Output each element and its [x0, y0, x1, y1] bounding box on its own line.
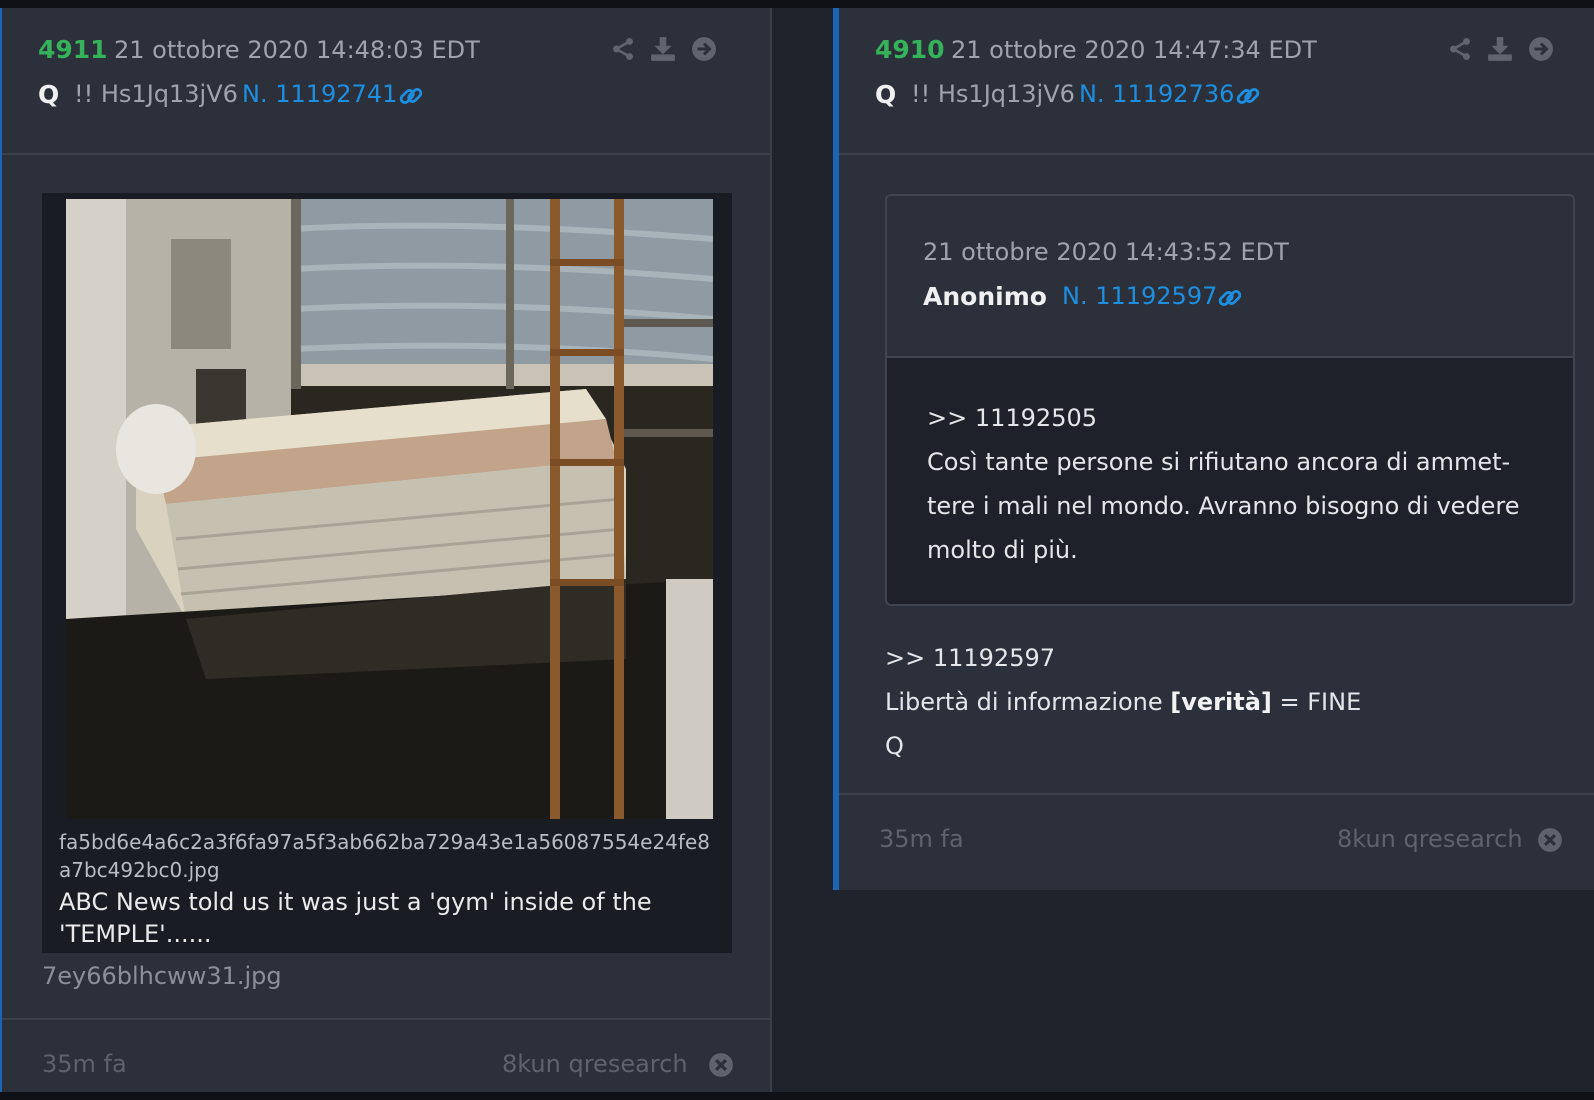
post-card-4910: 4910 21 ottobre 2020 14:47:34 EDT Q !! H… [833, 8, 1594, 890]
image-hash-filename: fa5bd6e4a6c2a3f6fa97a5f3ab662ba729a43e1a… [59, 830, 710, 882]
close-circle-icon[interactable] [1537, 827, 1563, 853]
share-icon[interactable] [1447, 36, 1473, 62]
author-name: Q [38, 80, 60, 109]
close-circle-icon[interactable] [708, 1052, 734, 1078]
link-icon[interactable] [1217, 285, 1243, 311]
post-header: 4911 21 ottobre 2020 14:48:03 EDT Q !! H… [2, 8, 770, 155]
post-date: 21 ottobre 2020 14:48:03 EDT [114, 36, 480, 64]
image-caption: ABC News told us it was just a 'gym' ins… [59, 888, 652, 948]
link-icon[interactable] [398, 83, 424, 109]
post-number[interactable]: 4910 [875, 35, 945, 64]
post-age: 35m fa [42, 1050, 127, 1078]
post-text-post: = FINE [1271, 688, 1362, 716]
image-attachment[interactable]: fa5bd6e4a6c2a3f6fa97a5f3ab662ba729a43e1a… [42, 193, 732, 953]
post-ref-link[interactable]: N. 11192736 [1079, 80, 1234, 108]
quoted-post-ref-link[interactable]: N. 11192597 [1062, 282, 1217, 310]
post-text-pre: Libertà di informazione [885, 688, 1171, 716]
quoted-post-body: >> 11192505 Così tante persone si rifiut… [927, 396, 1547, 572]
link-icon[interactable] [1235, 83, 1261, 109]
download-icon[interactable] [1487, 36, 1513, 62]
post-ref-link[interactable]: N. 11192741 [242, 80, 397, 108]
author-name: Q [875, 80, 897, 109]
share-icon[interactable] [610, 36, 636, 62]
column-divider [770, 8, 772, 1092]
bottom-edge [0, 1092, 1594, 1100]
attachment-photo[interactable] [66, 199, 713, 819]
post-signature: Q [885, 732, 904, 760]
arrow-right-circle-icon[interactable] [1528, 36, 1554, 62]
post-age: 35m fa [879, 825, 964, 853]
post-body: >> 11192597 Libertà di informazione [ver… [885, 636, 1565, 768]
tripcode: !! Hs1Jq13jV6 [911, 80, 1075, 108]
quoted-text-line: tere i mali nel mondo. Avranno bisogno d… [927, 492, 1520, 520]
tripcode: !! Hs1Jq13jV6 [74, 80, 238, 108]
post-text-line: Libertà di informazione [verità] = FINE [885, 680, 1565, 724]
post-header: 4910 21 ottobre 2020 14:47:34 EDT Q !! H… [839, 8, 1594, 155]
top-edge [0, 0, 1594, 8]
post-date: 21 ottobre 2020 14:47:34 EDT [951, 36, 1317, 64]
quoted-text-line: molto di più. [927, 536, 1078, 564]
quoted-post-date: 21 ottobre 2020 14:43:52 EDT [923, 238, 1289, 266]
post-footer: 35m fa 8kun qresearch [2, 1018, 770, 1092]
quoted-post-header: 21 ottobre 2020 14:43:52 EDT Anonimo N. … [887, 196, 1573, 358]
quoted-author-name: Anonimo [923, 282, 1047, 311]
post-footer: 35m fa 8kun qresearch [839, 793, 1594, 890]
quoted-post[interactable]: 21 ottobre 2020 14:43:52 EDT Anonimo N. … [885, 194, 1575, 606]
board-name: 8kun qresearch [1337, 825, 1523, 853]
post-card-4911: 4911 21 ottobre 2020 14:48:03 EDT Q !! H… [0, 8, 770, 1092]
download-icon[interactable] [650, 36, 676, 62]
board-name: 8kun qresearch [502, 1050, 688, 1078]
arrow-right-circle-icon[interactable] [691, 36, 717, 62]
reply-link[interactable]: >> 11192597 [885, 636, 1565, 680]
quoted-reply-link[interactable]: >> 11192505 [927, 396, 1547, 440]
quoted-text-line: Così tante persone si rifiutano ancora d… [927, 448, 1511, 476]
attachment-filename[interactable]: 7ey66blhcww31.jpg [42, 962, 282, 990]
post-text-bold: [verità] [1170, 688, 1272, 716]
post-number[interactable]: 4911 [38, 35, 108, 64]
